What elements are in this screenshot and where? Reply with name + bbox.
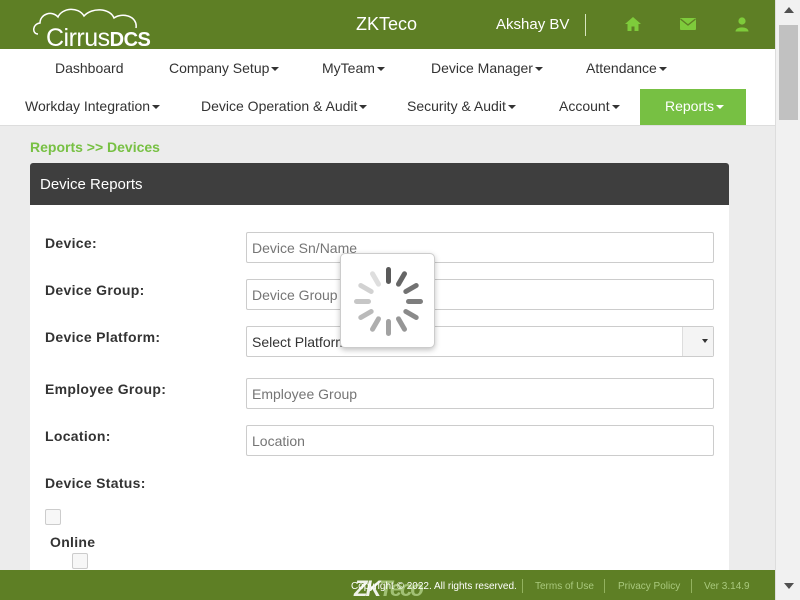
caret-down-icon — [702, 339, 708, 343]
device-platform-label: Device Platform: — [45, 329, 161, 345]
caret-down-icon — [271, 67, 280, 72]
footer-divider — [522, 579, 523, 593]
spinner-spoke — [403, 283, 419, 294]
nav-security-audit[interactable]: Security & Audit — [407, 98, 516, 114]
user-icon[interactable] — [734, 16, 752, 32]
device-reports-panel: Device Reports Device: Device Group: Dev… — [30, 163, 729, 583]
main-nav: Dashboard Company Setup MyTeam Device Ma… — [0, 49, 775, 126]
caret-down-icon — [716, 105, 725, 110]
home-icon[interactable] — [624, 16, 642, 32]
nav-account[interactable]: Account — [559, 98, 620, 114]
spinner-spoke — [396, 271, 407, 287]
panel-title: Device Reports — [30, 163, 729, 205]
device-input[interactable] — [246, 232, 714, 263]
terms-link[interactable]: Terms of Use — [535, 581, 594, 592]
envelope-icon[interactable] — [679, 16, 697, 32]
scrollbar-thumb[interactable] — [779, 25, 798, 120]
footer-divider — [691, 579, 692, 593]
spinner-spoke — [403, 309, 419, 320]
nav-attendance[interactable]: Attendance — [586, 60, 667, 76]
employee-group-label: Employee Group: — [45, 381, 167, 397]
spinner-spoke — [396, 316, 407, 332]
location-label: Location: — [45, 428, 111, 444]
select-dropdown-button[interactable] — [682, 327, 713, 356]
version-text: Ver 3.14.9 — [704, 581, 750, 592]
header-divider — [585, 14, 586, 36]
caret-down-icon — [359, 105, 368, 110]
spinner-spoke — [358, 283, 374, 294]
device-label: Device: — [45, 235, 97, 251]
nav-dashboard[interactable]: Dashboard — [55, 60, 124, 76]
page-scrollbar[interactable] — [775, 0, 800, 600]
spinner-icon — [354, 267, 423, 336]
caret-down-icon — [658, 67, 667, 72]
device-platform-select[interactable]: Select Platform — [246, 326, 714, 357]
nav-myteam[interactable]: MyTeam — [322, 60, 385, 76]
scroll-down-arrow-icon[interactable] — [784, 583, 794, 589]
device-status-label: Device Status: — [45, 475, 146, 491]
online-checkbox[interactable] — [72, 553, 88, 569]
footer-divider — [604, 579, 605, 593]
spinner-spoke — [370, 316, 381, 332]
location-input[interactable] — [246, 425, 714, 456]
caret-down-icon — [152, 105, 161, 110]
caret-down-icon — [611, 105, 620, 110]
top-header: CirrusDCS ZKTeco Akshay BV — [0, 0, 775, 52]
online-label: Online — [50, 534, 96, 550]
nav-company-setup[interactable]: Company Setup — [169, 60, 280, 76]
spinner-spoke — [358, 309, 374, 320]
breadcrumb[interactable]: Reports >> Devices — [30, 139, 160, 155]
nav-device-operation-audit[interactable]: Device Operation & Audit — [201, 98, 368, 114]
privacy-link[interactable]: Privacy Policy — [618, 581, 680, 592]
caret-down-icon — [376, 67, 385, 72]
caret-down-icon — [534, 67, 543, 72]
platform-selected-value: Select Platform — [252, 334, 347, 350]
nav-device-manager[interactable]: Device Manager — [431, 60, 543, 76]
cirrus-dcs-logo[interactable]: CirrusDCS — [30, 4, 151, 52]
loading-spinner — [340, 253, 435, 348]
device-group-input[interactable] — [246, 279, 714, 310]
nav-reports[interactable]: Reports — [640, 89, 746, 125]
spinner-spoke — [370, 271, 381, 287]
copyright-text: Copyright © 2022. All rights reserved. — [351, 581, 517, 592]
footer: ZKTeco Copyright © 2022. All rights rese… — [0, 570, 775, 600]
device-group-label: Device Group: — [45, 282, 145, 298]
brand-title: ZKTeco — [356, 14, 418, 34]
user-name[interactable]: Akshay BV — [496, 16, 569, 33]
caret-down-icon — [507, 105, 516, 110]
scroll-up-arrow-icon[interactable] — [784, 7, 794, 13]
employee-group-input[interactable] — [246, 378, 714, 409]
nav-workday-integration[interactable]: Workday Integration — [25, 98, 161, 114]
device-status-checkbox[interactable] — [45, 509, 61, 525]
